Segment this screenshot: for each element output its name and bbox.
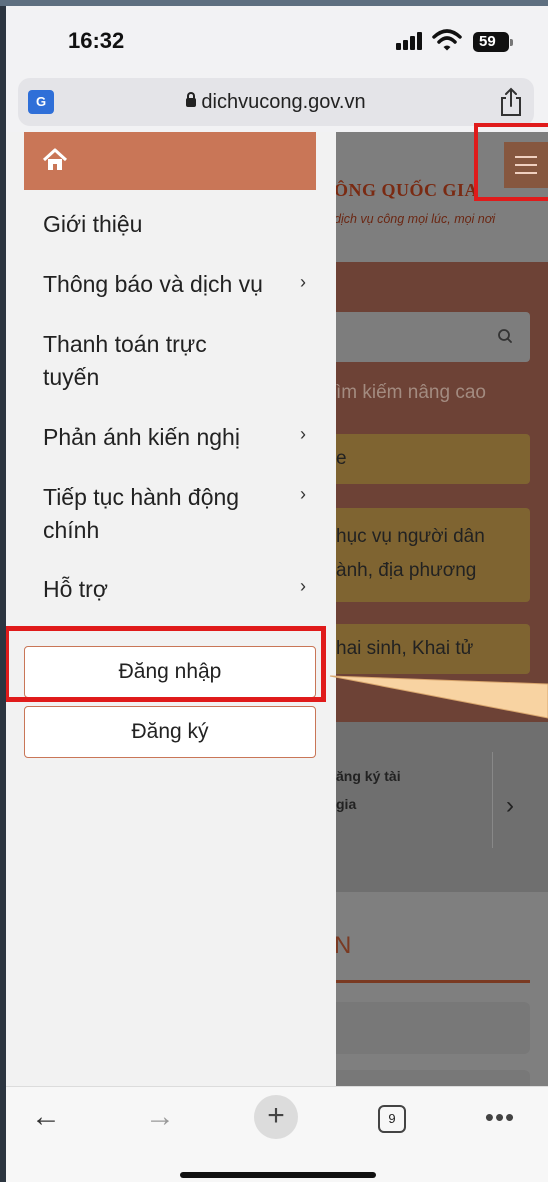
- tab-count: 9: [388, 1111, 396, 1126]
- register-promo-line1: ăng ký tài: [336, 768, 401, 784]
- section-heading: N: [334, 932, 352, 959]
- tabs-icon[interactable]: 9: [378, 1105, 406, 1133]
- list-item[interactable]: [328, 1002, 530, 1054]
- promo-divider: [492, 752, 493, 848]
- chevron-right-icon[interactable]: ›: [506, 792, 514, 820]
- register-promo-text: ăng ký tài gia: [336, 762, 401, 818]
- new-tab-icon[interactable]: +: [254, 1095, 298, 1139]
- register-promo-line2: gia: [336, 796, 357, 812]
- callout-arrow: [329, 675, 548, 719]
- phone-screen: 16:32 59 G dichvucong.gov.vn ÔNG QUỐC GI…: [6, 6, 548, 1182]
- home-indicator: [180, 1172, 376, 1178]
- section-underline: [328, 980, 530, 983]
- browser-toolbar: ← → + 9 •••: [6, 1086, 548, 1182]
- more-icon[interactable]: •••: [480, 1097, 520, 1137]
- forward-icon[interactable]: →: [140, 1097, 180, 1137]
- back-icon[interactable]: ←: [26, 1097, 66, 1137]
